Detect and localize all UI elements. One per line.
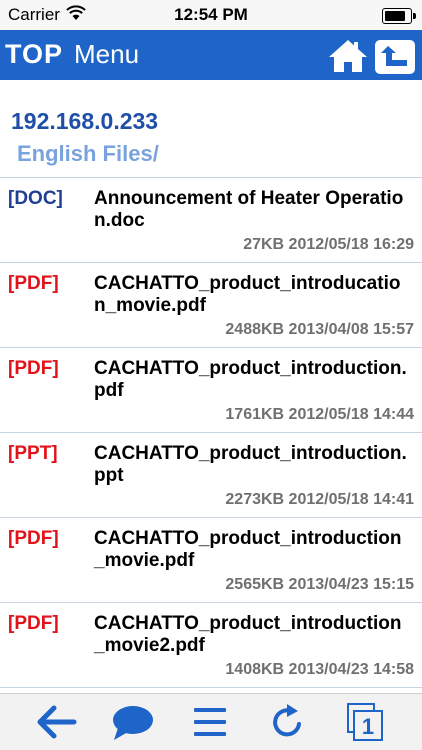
file-type-label: [PDF] bbox=[8, 613, 59, 634]
file-name: CACHATTO_product_introduction.pdf bbox=[94, 358, 407, 401]
file-name: Announcement of Heater Operation.doc bbox=[94, 188, 404, 231]
file-row[interactable]: [PDF] CACHATTO_product_introducation_mov… bbox=[0, 262, 422, 347]
top-button[interactable]: TOP bbox=[5, 39, 63, 70]
server-address: 192.168.0.233 bbox=[11, 108, 159, 134]
nav-bar: TOP Menu bbox=[0, 30, 422, 80]
refresh-icon[interactable] bbox=[266, 702, 310, 742]
file-row[interactable]: [PDF] CACHATTO_product_introduction_movi… bbox=[0, 602, 422, 687]
file-name: CACHATTO_product_introduction_movie2.pdf bbox=[94, 613, 402, 656]
file-meta: 27KB 2012/05/18 16:29 bbox=[243, 236, 414, 253]
file-name: CACHATTO_product_introducation_movie.pdf bbox=[94, 273, 401, 316]
bottom-toolbar: 1 bbox=[0, 693, 422, 750]
back-arrow-icon[interactable] bbox=[34, 702, 78, 742]
file-meta: 2488KB 2013/04/08 15:57 bbox=[225, 321, 414, 338]
file-type-label: [PPT] bbox=[8, 443, 58, 464]
status-bar: Carrier 12:54 PM bbox=[0, 0, 422, 30]
menu-button[interactable]: Menu bbox=[74, 39, 139, 70]
menu-lines-icon[interactable] bbox=[188, 702, 232, 742]
file-name: CACHATTO_product_introduction_movie.pdf bbox=[94, 528, 402, 571]
speech-bubble-icon[interactable] bbox=[110, 702, 154, 742]
file-type-label: [DOC] bbox=[8, 188, 63, 209]
file-type-label: [PDF] bbox=[8, 273, 59, 294]
file-meta: 1761KB 2012/05/18 14:44 bbox=[225, 406, 414, 423]
folder-up-icon bbox=[381, 46, 407, 66]
file-name: CACHATTO_product_introduction.ppt bbox=[94, 443, 407, 486]
file-row[interactable]: [DOC] Announcement of Heater Operation.d… bbox=[0, 177, 422, 262]
file-list: [DOC] Announcement of Heater Operation.d… bbox=[0, 177, 422, 708]
file-row[interactable]: [PDF] CACHATTO_product_introduction_movi… bbox=[0, 517, 422, 602]
battery-icon bbox=[382, 8, 416, 24]
file-row[interactable]: [PPT] CACHATTO_product_introduction.ppt … bbox=[0, 432, 422, 517]
window-1-icon[interactable]: 1 bbox=[344, 702, 388, 742]
file-row[interactable]: [PDF] CACHATTO_product_introduction.pdf … bbox=[0, 347, 422, 432]
clock: 12:54 PM bbox=[174, 5, 248, 24]
file-meta: 2273KB 2012/05/18 14:41 bbox=[225, 491, 414, 508]
window-count: 1 bbox=[362, 714, 374, 739]
file-meta: 2565KB 2013/04/23 15:15 bbox=[225, 576, 414, 593]
folder-path[interactable]: English Files/ bbox=[17, 141, 159, 167]
file-type-label: [PDF] bbox=[8, 528, 59, 549]
file-meta: 1408KB 2013/04/23 14:58 bbox=[225, 661, 414, 678]
home-icon[interactable] bbox=[327, 38, 369, 74]
parent-folder-button[interactable] bbox=[375, 40, 415, 74]
file-type-label: [PDF] bbox=[8, 358, 59, 379]
